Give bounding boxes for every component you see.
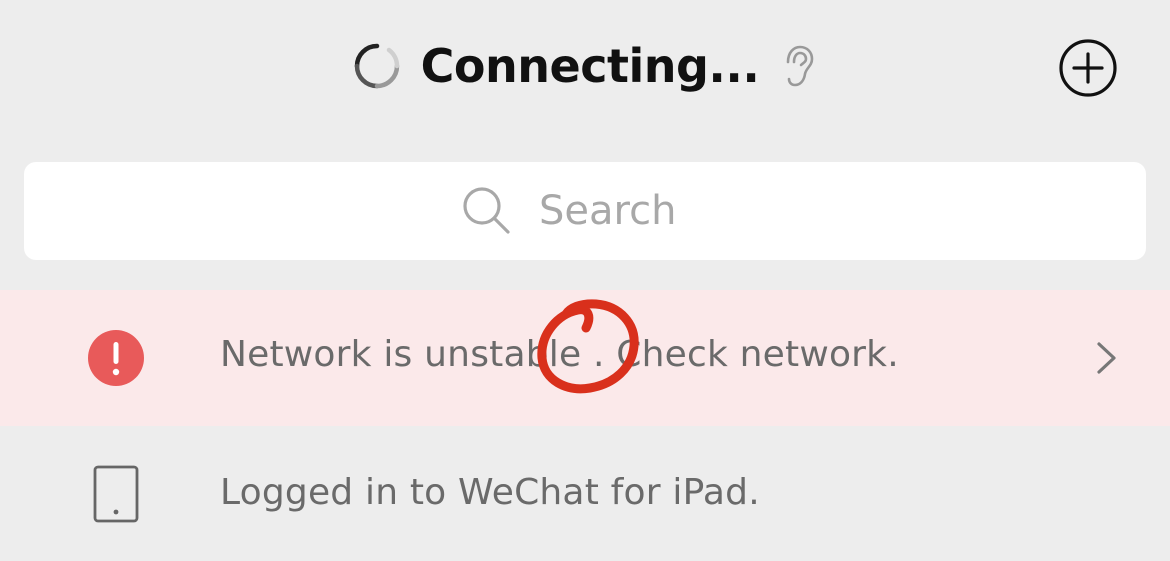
search-bar[interactable] xyxy=(24,162,1146,260)
ipad-login-text: Logged in to WeChat for iPad. xyxy=(220,472,760,513)
network-warning-text: Network is unstable . Check network. xyxy=(220,334,899,375)
ipad-login-row[interactable]: Logged in to WeChat for iPad. xyxy=(0,426,1170,561)
ear-icon xyxy=(781,44,817,88)
add-button[interactable] xyxy=(1058,38,1118,98)
exclamation-circle-icon xyxy=(88,330,144,386)
network-warning-banner[interactable]: Network is unstable . Check network. xyxy=(0,290,1170,426)
search-input[interactable] xyxy=(539,188,709,234)
top-bar: Connecting... xyxy=(0,0,1170,135)
tablet-icon xyxy=(92,464,140,524)
plus-circle-icon xyxy=(1059,39,1117,97)
title-group: Connecting... xyxy=(0,30,1170,102)
page-title: Connecting... xyxy=(420,39,760,93)
chevron-right-icon xyxy=(1094,338,1120,378)
search-icon xyxy=(461,185,513,237)
loading-spinner-icon xyxy=(353,42,401,90)
